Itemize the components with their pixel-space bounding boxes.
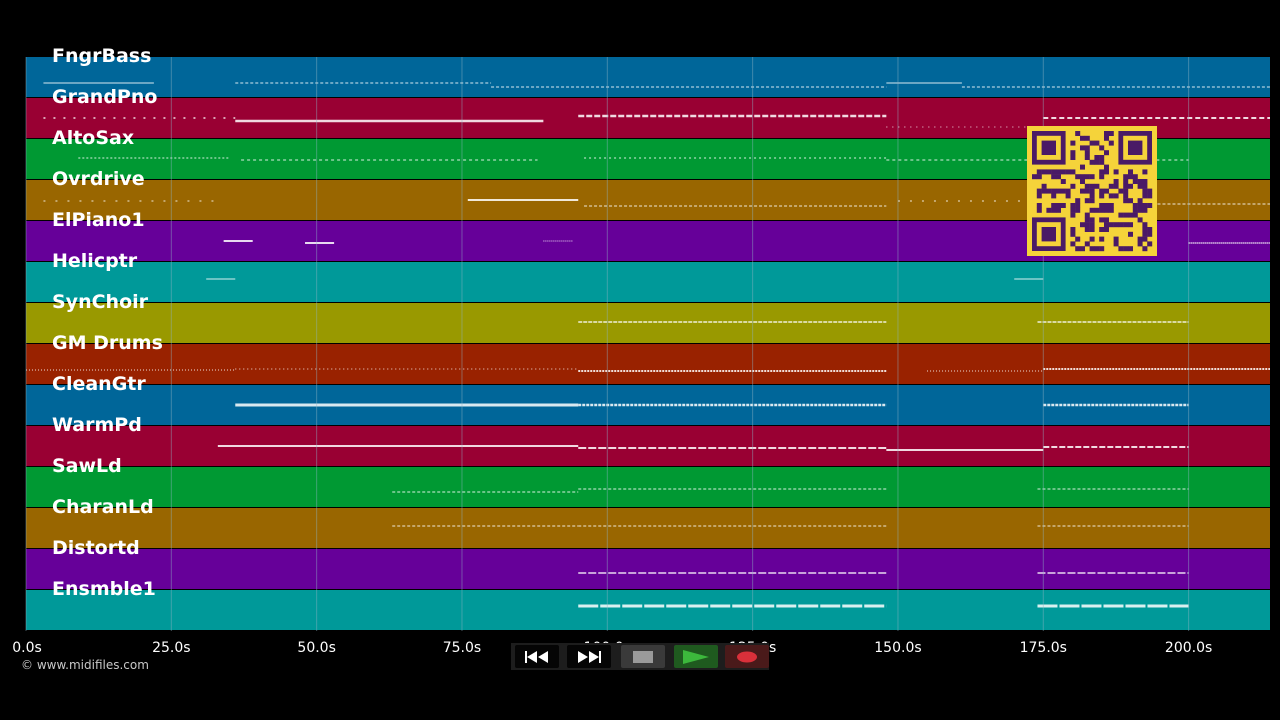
track-label: GM Drums [52,332,163,354]
track-label: Helicptr [52,250,138,272]
track-label: ElPiano1 [52,209,145,231]
track-label: FngrBass [52,45,152,67]
track-label: Ensmble1 [52,578,156,600]
time-tick-label: 200.0s [1164,640,1213,656]
qr-code [1027,126,1157,256]
stop-button[interactable] [621,645,665,668]
fast-forward-button[interactable] [567,645,611,668]
transport-bar [511,643,769,670]
track-lane [26,344,1270,384]
track-label: SawLd [52,455,122,477]
time-tick-label: 75.0s [442,640,482,656]
track-label: SynChoir [52,291,149,313]
track-lane [26,303,1270,343]
piano-roll [25,57,1270,631]
rewind-button[interactable] [515,645,559,668]
time-tick-label: 150.0s [874,640,922,656]
play-button[interactable] [674,645,718,668]
track-lane [26,590,1270,630]
track-label: GrandPno [52,86,158,108]
record-button[interactable] [725,645,769,668]
track-label: Ovrdrive [52,168,145,190]
time-tick-label: 50.0s [297,640,336,656]
track-lane [26,467,1270,507]
play-icon [683,649,709,664]
track-lane [26,262,1270,302]
time-tick-label: 0.0s [12,640,42,656]
time-tick-label: 25.0s [152,640,191,656]
track-label: Distortd [52,537,140,559]
track-label: WarmPd [52,414,142,436]
track-lane [26,57,1270,97]
track-label: AltoSax [52,127,135,149]
track-label: CharanLd [52,496,154,518]
time-tick-label: 175.0s [1019,640,1067,656]
rewind-icon [525,650,548,663]
record-icon [737,651,757,662]
copyright-text: © www.midifiles.com [21,658,149,672]
track-lane [26,549,1270,589]
stop-icon [633,650,653,663]
track-label: CleanGtr [52,373,146,395]
fast-forward-icon [578,650,601,663]
track-lane [26,508,1270,548]
